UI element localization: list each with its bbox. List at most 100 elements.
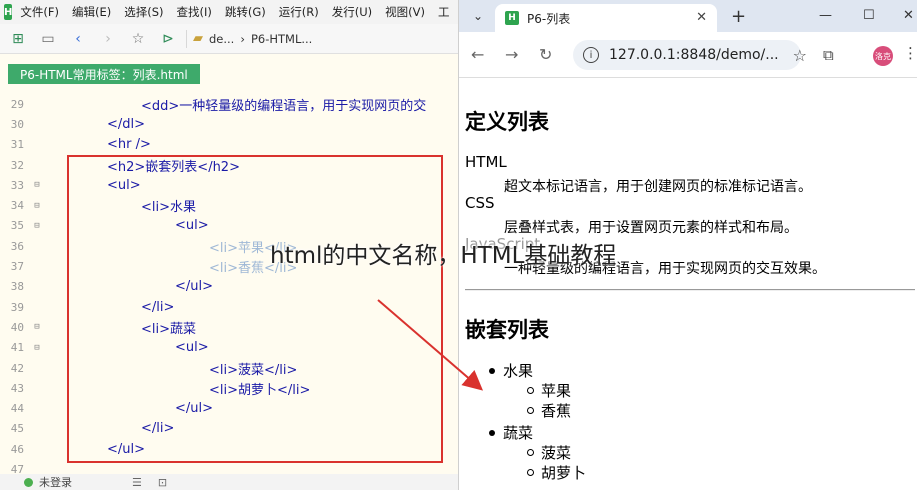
code-text: <hr /> [107, 137, 151, 153]
more-menu-icon[interactable]: ⋮ [903, 44, 917, 62]
code-text: <dd>一种轻量级的编程语言，用于实现网页的交 [141, 98, 427, 114]
forward-arrow-icon[interactable]: › [96, 27, 120, 51]
heading-nested-list: 嵌套列表 [465, 318, 549, 342]
line-number: 30 [10, 117, 24, 131]
fold-toggle-icon[interactable]: ⊟ [30, 201, 44, 211]
line-number: 32 [10, 158, 24, 172]
forward-arrow-icon[interactable]: → [505, 45, 518, 64]
list-item: 蔬菜 [503, 424, 534, 442]
site-info-icon[interactable]: i [583, 47, 599, 63]
breadcrumb-project[interactable]: de... [209, 32, 234, 46]
editor-toolbar: ⊞ ▭ ‹ › ☆ ⊳ ▰ de... › P6-HTML... [0, 24, 458, 54]
screenshot-root: H 文件(F) 编辑(E) 选择(S) 查找(I) 跳转(G) 运行(R) 发行… [0, 0, 917, 490]
line-number: 41 [10, 341, 24, 355]
bullet-circle-icon [527, 407, 534, 414]
list-item: 胡萝卜 [541, 464, 587, 482]
menu-view[interactable]: 视图(V) [385, 4, 425, 20]
new-file-icon[interactable]: ⊞ [6, 27, 30, 51]
tab-title: P6-列表 [527, 11, 571, 26]
line-number: 31 [10, 138, 24, 152]
editor-menubar: H 文件(F) 编辑(E) 选择(S) 查找(I) 跳转(G) 运行(R) 发行… [0, 0, 458, 24]
rendered-page: 定义列表 HTML 超文本标记语言，用于创建网页的标准标记语言。 CSS 层叠样… [459, 78, 917, 490]
browser-tab-active[interactable]: H P6-列表 ✕ [495, 4, 717, 32]
menu-file[interactable]: 文件(F) [20, 4, 59, 20]
reload-icon[interactable]: ↻ [539, 45, 552, 64]
fold-toggle-icon[interactable]: ⊟ [30, 343, 44, 353]
menu-run[interactable]: 运行(R) [279, 4, 319, 20]
line-number: 45 [10, 422, 24, 436]
login-status-icon [24, 477, 33, 487]
fold-toggle-icon[interactable]: ⊟ [30, 322, 44, 332]
horizontal-rule [465, 289, 915, 291]
line-number: 40 [10, 320, 24, 334]
bookmark-star-icon[interactable]: ☆ [126, 27, 150, 51]
line-number: 43 [10, 381, 24, 395]
bullet-circle-icon [527, 469, 534, 476]
dl-term: CSS [465, 194, 495, 212]
line-number: 35 [10, 219, 24, 233]
folder-icon: ▰ [193, 31, 203, 46]
bullet-disc-icon [489, 430, 495, 436]
code-line: 30 </dl> [0, 114, 458, 134]
dl-term: HTML [465, 153, 507, 171]
tab-search-chevron-icon[interactable]: ⌄ [465, 3, 491, 29]
terminal-icon[interactable]: ⊡ [158, 476, 167, 489]
new-tab-plus-icon[interactable]: + [731, 6, 746, 27]
line-number: 37 [10, 260, 24, 274]
line-number: 29 [10, 97, 24, 111]
list-item: 水果 [503, 362, 534, 380]
fold-toggle-icon[interactable]: ⊟ [30, 180, 44, 190]
bullet-disc-icon [489, 368, 495, 374]
window-close-icon[interactable]: ✕ [903, 8, 914, 23]
hbuilder-logo-icon: H [4, 4, 13, 20]
run-play-icon[interactable]: ⊳ [156, 27, 180, 51]
menu-edit[interactable]: 编辑(E) [72, 4, 111, 20]
heading-definition-list: 定义列表 [465, 110, 549, 134]
dl-desc: 超文本标记语言，用于创建网页的标准标记语言。 [504, 179, 812, 195]
save-icon[interactable]: ▭ [36, 27, 60, 51]
bullet-circle-icon [527, 387, 534, 394]
breadcrumb-file[interactable]: P6-HTML... [251, 32, 312, 46]
breadcrumb-sep-icon: › [240, 31, 245, 46]
browser-tab-strip: ⌄ H P6-列表 ✕ + — ☐ ✕ [459, 0, 917, 32]
list-item: 香蕉 [541, 402, 572, 420]
editor-statusbar: 未登录 ☰ ⊡ [0, 474, 458, 490]
code-text: </dl> [107, 116, 146, 132]
login-status-text[interactable]: 未登录 [39, 474, 72, 490]
profile-avatar[interactable]: 洛克 [873, 46, 893, 66]
line-number: 34 [10, 199, 24, 213]
list-item: 菠菜 [541, 444, 572, 462]
bookmark-star-icon[interactable]: ☆ [793, 46, 807, 65]
extensions-puzzle-icon[interactable]: ⧉ [823, 46, 834, 64]
line-number: 38 [10, 280, 24, 294]
tab-close-icon[interactable]: ✕ [696, 10, 707, 25]
tab-favicon-icon: H [505, 11, 519, 25]
menu-find[interactable]: 查找(I) [177, 4, 212, 20]
back-arrow-icon[interactable]: ‹ [66, 27, 90, 51]
fold-toggle-icon[interactable]: ⊟ [30, 221, 44, 231]
file-tab-active[interactable]: P6-HTML常用标签：列表.html [8, 64, 200, 84]
editor-tab-row: P6-HTML常用标签：列表.html [0, 54, 458, 88]
code-line: 29 <dd>一种轻量级的编程语言，用于实现网页的交 [0, 94, 458, 114]
line-number: 42 [10, 361, 24, 375]
menu-tools[interactable]: 工 [438, 4, 450, 20]
line-number: 44 [10, 402, 24, 416]
browser-address-bar: ← → ↻ i 127.0.0.1:8848/demo/... ☆ ⧉ 洛克 ⋮ [459, 32, 917, 78]
menu-publish[interactable]: 发行(U) [332, 4, 372, 20]
minimize-icon[interactable]: — [819, 8, 832, 23]
annotation-highlight-box [67, 155, 443, 463]
watermark-caption: html的中文名称，HTML基础教程 [270, 243, 617, 269]
bullet-circle-icon [527, 449, 534, 456]
list-icon[interactable]: ☰ [132, 476, 142, 489]
url-field[interactable]: i 127.0.0.1:8848/demo/... ☆ [573, 40, 807, 70]
code-line: 31 <hr /> [0, 135, 458, 155]
toolbar-divider [186, 29, 187, 48]
line-number: 39 [10, 300, 24, 314]
line-number: 46 [10, 442, 24, 456]
menu-select[interactable]: 选择(S) [124, 4, 163, 20]
maximize-icon[interactable]: ☐ [863, 8, 875, 23]
menu-goto[interactable]: 跳转(G) [225, 4, 266, 20]
url-text[interactable]: 127.0.0.1:8848/demo/... [609, 47, 779, 63]
list-item: 苹果 [541, 382, 572, 400]
back-arrow-icon[interactable]: ← [471, 45, 484, 64]
